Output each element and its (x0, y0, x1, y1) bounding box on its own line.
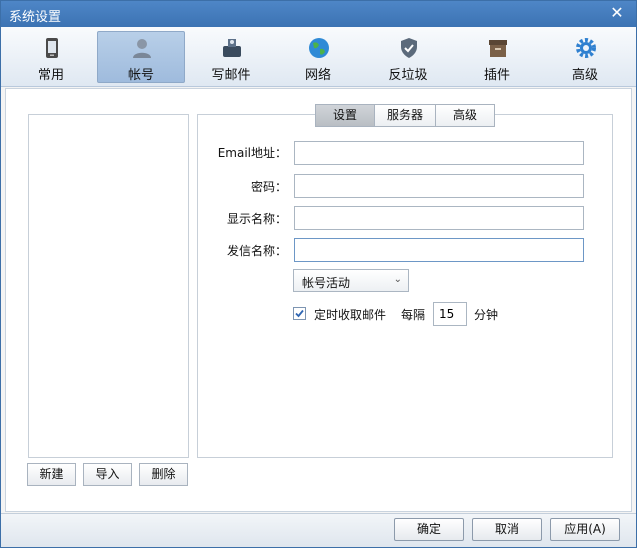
cancel-button[interactable]: 取消 (472, 518, 542, 541)
globe-icon (309, 38, 329, 58)
chevron-down-icon: ⌄ (393, 274, 402, 285)
tab-advanced[interactable]: 高级 (435, 104, 495, 127)
tool-compose[interactable]: 写邮件 (187, 31, 275, 83)
tool-advanced[interactable]: 高级 (541, 31, 629, 83)
tool-network[interactable]: 网络 (274, 31, 362, 83)
phone-icon (46, 38, 58, 58)
tool-antispam[interactable]: 反垃圾 (364, 31, 452, 83)
user-icon (133, 39, 151, 58)
checkmark-icon (295, 309, 304, 318)
apply-button[interactable]: 应用(A) (550, 518, 620, 541)
tool-label: 高级 (571, 68, 598, 83)
ok-button[interactable]: 确定 (394, 518, 464, 541)
tool-label: 帐号 (127, 68, 154, 83)
interval-unit-label: 分钟 (474, 308, 499, 322)
plugin-box-icon (489, 40, 507, 57)
close-icon[interactable]: ✕ (608, 4, 626, 22)
sender-name-field[interactable] (294, 238, 584, 262)
tab-settings[interactable]: 设置 (315, 104, 375, 127)
import-account-button[interactable]: 导入 (83, 463, 132, 486)
interval-input[interactable] (433, 302, 467, 326)
tool-account[interactable]: 帐号 (97, 31, 185, 83)
auto-fetch-label[interactable]: 定时收取邮件 (314, 306, 386, 323)
shield-icon (401, 38, 417, 58)
tab-server[interactable]: 服务器 (374, 104, 436, 127)
interval-label: 每隔 (401, 308, 426, 322)
tool-plugins[interactable]: 插件 (453, 31, 541, 83)
tool-label: 插件 (483, 68, 510, 83)
title-bar[interactable]: 系统设置 ✕ (1, 1, 636, 27)
gear-icon (576, 38, 596, 58)
account-list[interactable] (28, 114, 189, 458)
settings-window: 系统设置 ✕ 常用 帐号 写邮件 网络 反垃圾 插件 高级 新建 导入 删除 设… (0, 0, 637, 548)
category-toolbar: 常用 帐号 写邮件 网络 反垃圾 插件 高级 (1, 27, 636, 87)
display-name-label: 显示名称： (226, 212, 287, 226)
password-field[interactable] (294, 174, 584, 198)
tool-general[interactable]: 常用 (7, 31, 95, 83)
tool-label: 反垃圾 (388, 68, 428, 83)
window-title: 系统设置 (9, 10, 62, 25)
auto-fetch-checkbox[interactable] (293, 307, 306, 320)
account-state-value: 帐号活动 (302, 276, 351, 290)
display-name-field[interactable] (294, 206, 584, 230)
tool-label: 常用 (37, 68, 64, 83)
settings-content: 新建 导入 删除 设置 服务器 高级 Email地址： 密码： 显示名称： 发信… (5, 88, 632, 512)
password-label: 密码： (250, 180, 287, 194)
compose-mail-icon (223, 39, 241, 57)
delete-account-button[interactable]: 删除 (139, 463, 188, 486)
tool-label: 写邮件 (211, 68, 251, 83)
sender-name-label: 发信名称： (226, 244, 287, 258)
account-state-select[interactable]: 帐号活动 ⌄ (293, 269, 409, 292)
dialog-footer: 确定 取消 应用(A) (1, 513, 636, 547)
new-account-button[interactable]: 新建 (27, 463, 76, 486)
email-field[interactable] (294, 141, 584, 165)
email-label: Email地址： (217, 146, 287, 160)
tool-label: 网络 (304, 68, 331, 83)
